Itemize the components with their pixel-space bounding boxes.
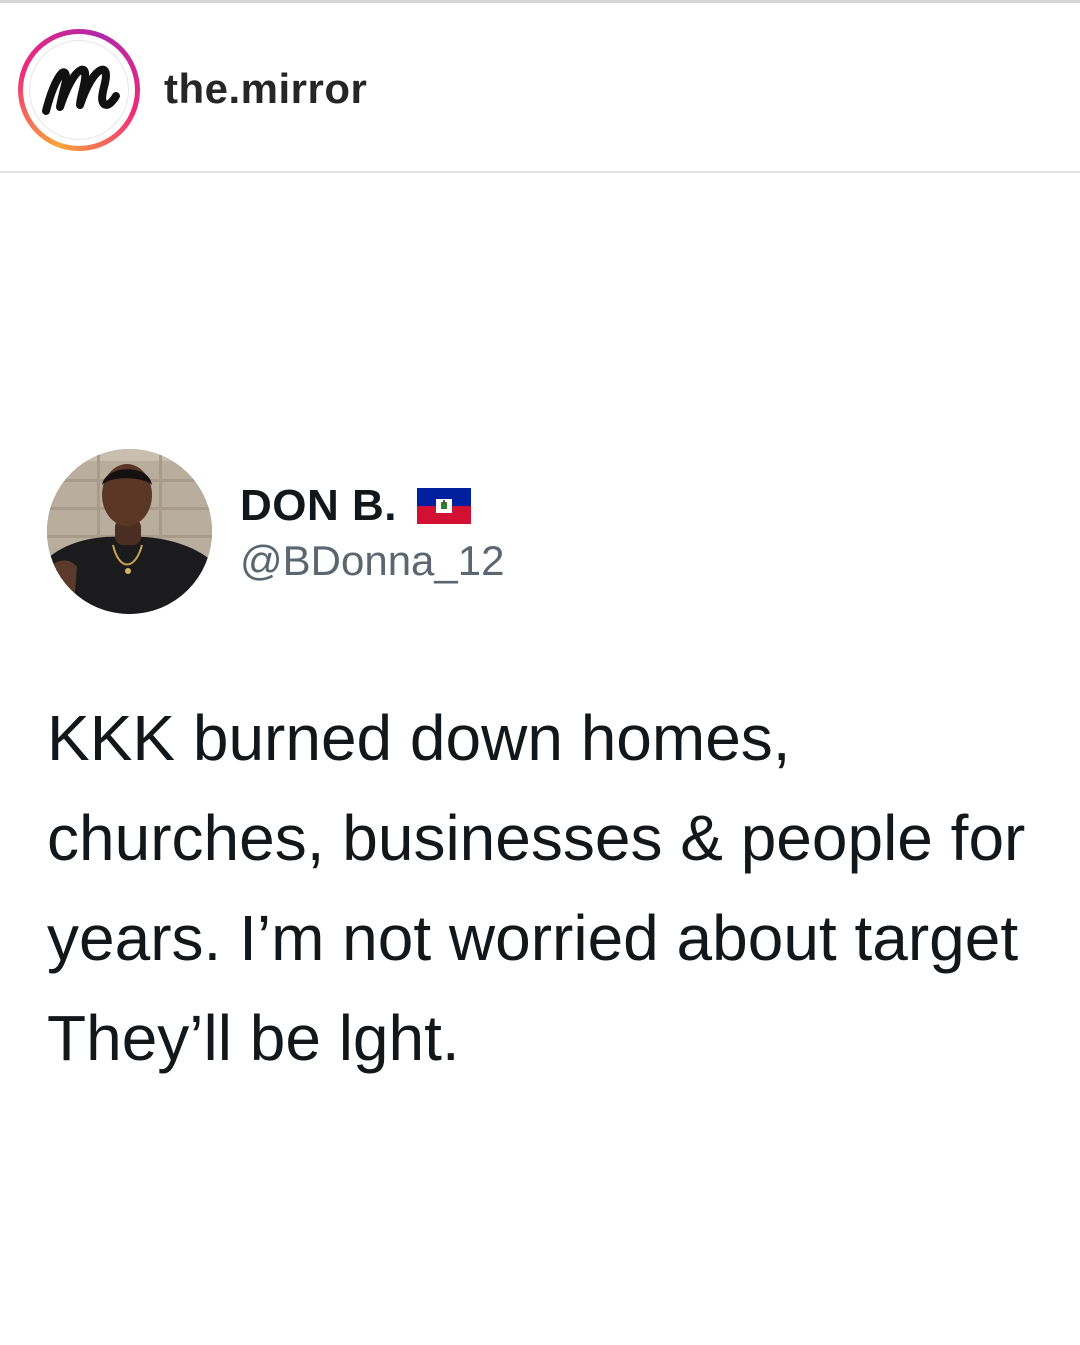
post-header: the.mirror bbox=[0, 3, 1080, 173]
mirror-m-logo-icon[interactable] bbox=[29, 40, 129, 140]
tweet-text-line: KKK burned down homes, bbox=[47, 702, 791, 774]
tweet-text-line: churches, businesses & people for bbox=[47, 802, 1026, 874]
tweet-author-avatar bbox=[47, 449, 212, 614]
tweet-text-line: years. I’m not worried about target bbox=[47, 902, 1019, 974]
tweet-handle[interactable]: @BDonna_12 bbox=[240, 537, 505, 585]
tweet-display-name[interactable]: DON B. bbox=[240, 481, 397, 531]
tweet-body: KKK burned down homes, churches, busines… bbox=[47, 688, 1080, 1088]
story-ring[interactable] bbox=[18, 29, 140, 151]
tweet-author-row: DON B. bbox=[240, 478, 471, 534]
haiti-flag-icon bbox=[417, 488, 471, 524]
account-username[interactable]: the.mirror bbox=[164, 65, 367, 113]
tweet-text-line: They’ll be lght. bbox=[47, 1002, 460, 1074]
